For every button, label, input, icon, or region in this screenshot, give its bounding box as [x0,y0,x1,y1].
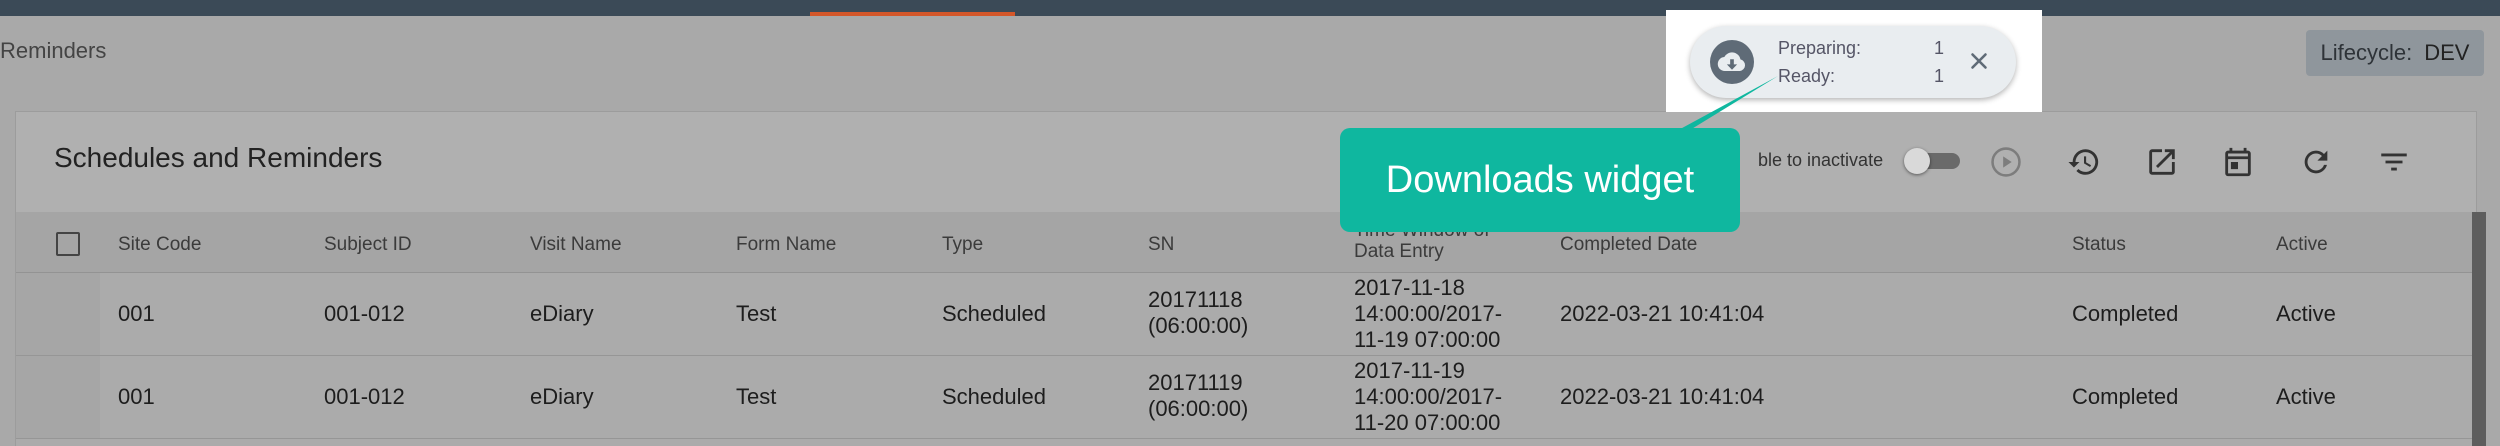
callout-pointer [1580,76,1778,140]
downloads-widget-callout: Downloads widget [1340,128,1740,232]
screenshot-frame: Reminders Lifecycle: DEV Schedules and R… [0,0,2500,446]
